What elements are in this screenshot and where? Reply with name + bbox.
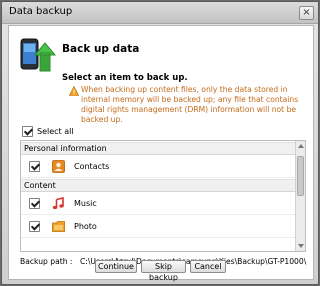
- scroll-thumb[interactable]: [297, 156, 304, 196]
- window-title: Data backup: [9, 6, 73, 17]
- music-note-icon: [52, 197, 64, 210]
- list-item-music[interactable]: Music: [21, 193, 295, 215]
- skip-backup-button[interactable]: Skip backup: [141, 260, 186, 282]
- title-bar[interactable]: Data backup ×: [2, 2, 318, 24]
- group-header-personal: Personal information: [21, 142, 295, 155]
- contacts-label: Contacts: [74, 162, 110, 171]
- group-header-content: Content: [21, 179, 295, 192]
- backup-path-label: Backup path :: [20, 257, 73, 266]
- backup-item-list[interactable]: Personal information Contacts Content Mu…: [20, 140, 306, 252]
- warning-triangle-icon: [69, 86, 79, 96]
- music-label: Music: [74, 199, 97, 208]
- contacts-checkbox[interactable]: [29, 161, 40, 172]
- cancel-button[interactable]: Cancel: [190, 260, 226, 273]
- scroll-up-icon[interactable]: [298, 144, 304, 148]
- continue-button[interactable]: Continue: [95, 260, 137, 273]
- list-item-contacts[interactable]: Contacts: [21, 156, 295, 178]
- list-scrollbar[interactable]: [295, 141, 305, 251]
- phone-backup-arrow-icon: [20, 38, 57, 72]
- photo-checkbox[interactable]: [29, 221, 40, 232]
- music-checkbox[interactable]: [29, 198, 40, 209]
- contacts-icon: [52, 160, 65, 173]
- select-all-label: Select all: [37, 127, 74, 136]
- select-all-checkbox[interactable]: [22, 126, 33, 137]
- photo-folder-icon: [52, 221, 65, 232]
- warning-message: When backing up content files, only the …: [81, 85, 299, 124]
- instruction-text: Select an item to back up.: [62, 73, 188, 83]
- scroll-down-icon[interactable]: [298, 244, 304, 248]
- list-item-photo[interactable]: Photo: [21, 216, 295, 238]
- page-title: Back up data: [62, 43, 140, 55]
- photo-label: Photo: [74, 222, 97, 231]
- close-button[interactable]: ×: [299, 6, 314, 20]
- data-backup-dialog: Data backup × Back up data Select an ite…: [1, 1, 319, 285]
- content-panel: Back up data Select an item to back up. …: [8, 25, 314, 280]
